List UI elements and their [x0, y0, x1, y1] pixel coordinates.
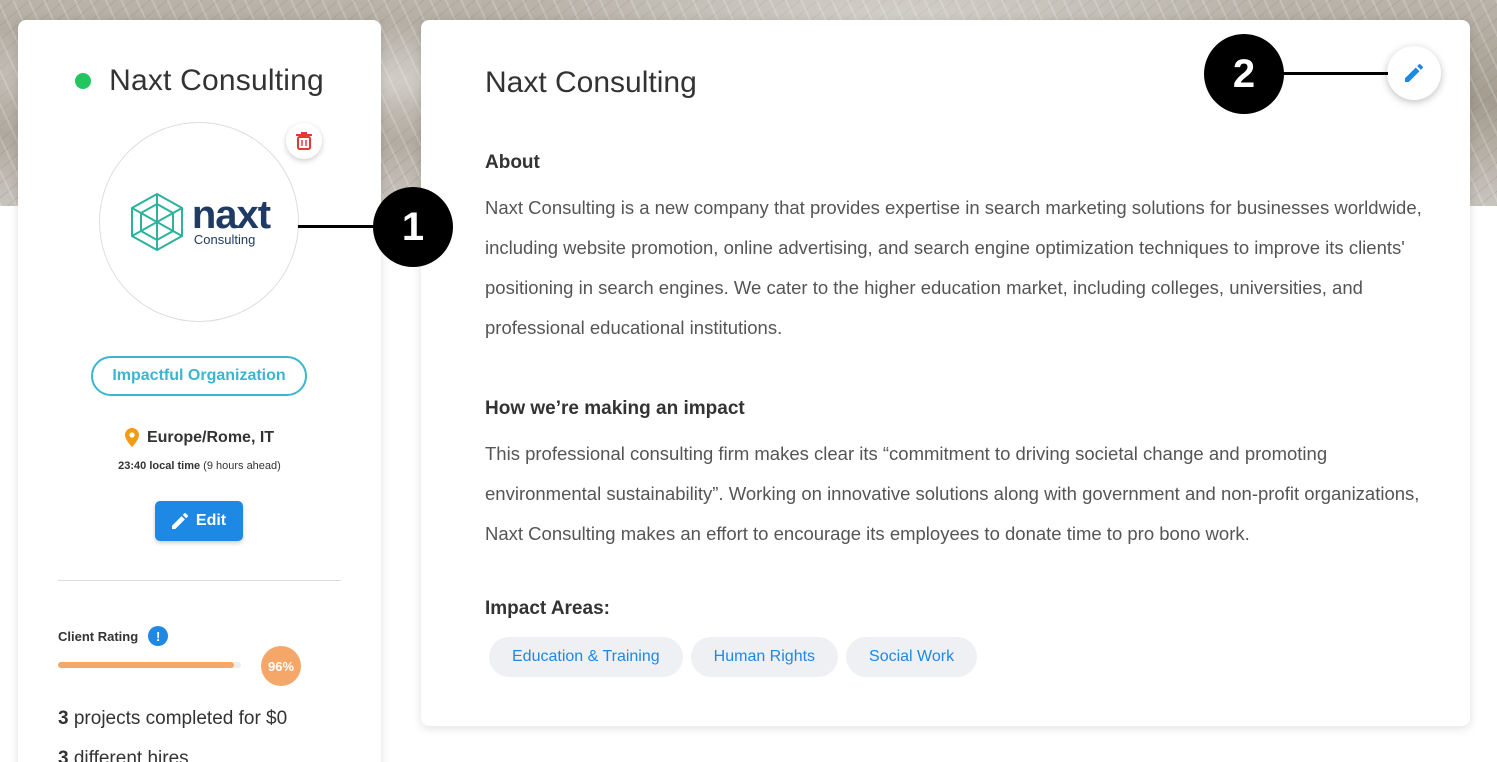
logo-wordmark: naxt: [191, 193, 271, 237]
local-time-value: 23:40 local time: [118, 460, 201, 472]
callout-marker-1: 1: [373, 187, 453, 267]
about-text: Naxt Consulting is a new company that pr…: [485, 197, 1422, 338]
location: Europe/Rome, IT: [18, 428, 381, 447]
profile-sidebar-card: Naxt Consulting naxt Consulting Impactfu…: [18, 20, 381, 762]
client-rating-text: Client Rating: [58, 628, 139, 644]
callout-connector: [1280, 72, 1388, 75]
org-title: Naxt Consulting: [485, 66, 697, 99]
stat-projects: 3 projects completed for $0: [58, 708, 287, 730]
impact-areas-list: Education & Training Human Rights Social…: [489, 637, 978, 677]
callout-connector: [298, 225, 378, 228]
pencil-icon: [1405, 64, 1423, 82]
org-name: Naxt Consulting: [109, 64, 324, 97]
edit-button-label: Edit: [195, 512, 227, 529]
map-pin-icon: [124, 428, 139, 447]
edit-button[interactable]: Edit: [155, 501, 243, 541]
client-rating-label: Client Rating !: [58, 626, 169, 646]
delete-logo-button[interactable]: [286, 123, 322, 159]
stat-projects-count: 3: [58, 708, 69, 729]
pencil-icon: [171, 513, 188, 529]
callout-marker-2: 2: [1204, 34, 1284, 114]
stat-hires: 3 different hires: [58, 748, 189, 762]
rating-progress-bar: [58, 662, 241, 668]
info-icon[interactable]: !: [148, 626, 169, 646]
trash-icon: [296, 132, 312, 150]
org-details-card: Naxt Consulting About Naxt Consulting is…: [421, 20, 1470, 726]
local-time: 23:40 local time (9 hours ahead): [18, 460, 381, 472]
stat-hires-count: 3: [58, 748, 69, 762]
impact-area-chip[interactable]: Human Rights: [690, 637, 839, 677]
naxt-hex-icon: [130, 192, 183, 252]
online-status-dot: [75, 73, 92, 89]
impact-area-chip[interactable]: Social Work: [846, 637, 978, 677]
org-header: Naxt Consulting: [18, 64, 381, 98]
impact-areas-heading: Impact Areas:: [485, 598, 610, 619]
stat-hires-text: different hires: [73, 748, 189, 762]
rating-progress-fill: [58, 662, 234, 668]
about-heading: About: [485, 152, 540, 173]
impact-area-chip[interactable]: Education & Training: [489, 637, 683, 677]
org-logo: naxt Consulting: [99, 122, 299, 322]
time-offset-note: (9 hours ahead): [203, 460, 281, 472]
location-text: Europe/Rome, IT: [146, 428, 275, 446]
edit-details-button[interactable]: [1387, 46, 1441, 100]
impact-heading: How we’re making an impact: [485, 398, 745, 419]
stat-projects-text: projects completed for $0: [73, 708, 288, 729]
divider: [58, 580, 341, 581]
impact-text: This professional consulting firm makes …: [485, 443, 1420, 544]
logo-subtitle: Consulting: [193, 232, 256, 247]
rating-percent-badge: 96%: [261, 646, 301, 686]
impactful-organization-badge: Impactful Organization: [91, 356, 307, 396]
